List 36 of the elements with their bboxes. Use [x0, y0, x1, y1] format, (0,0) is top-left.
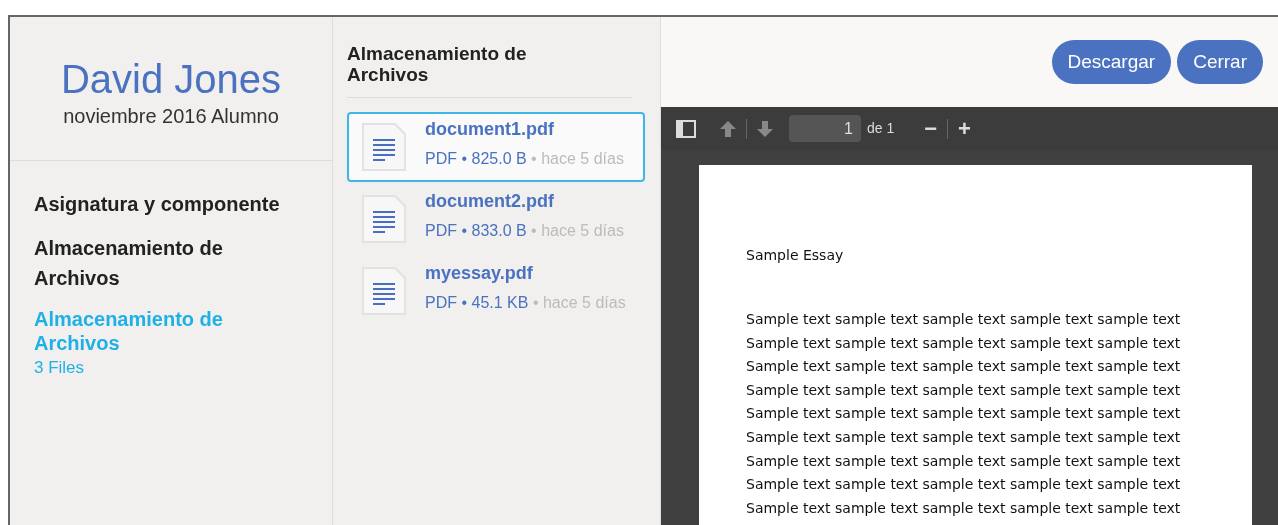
document-title: Sample Essay [746, 246, 845, 265]
page-total: de 1 [867, 119, 895, 138]
user-subtitle: noviembre 2016 Alumno [63, 104, 279, 129]
file-name: document2.pdf [425, 189, 555, 213]
sidebar-item[interactable]: Almacenamiento de Archivos [34, 233, 294, 293]
document-text-line: Sample text sample text sample text sample text sample text [746, 333, 1182, 353]
sidebar-item[interactable]: Asignatura y componente [34, 189, 294, 219]
page-number-field[interactable]: 1 [789, 115, 861, 142]
file-meta: PDF • 825.0 B [425, 149, 527, 167]
panel-title: Almacenamiento de Archivos [347, 43, 632, 98]
document-text-line: Sample text sample text sample text sample text sample text [746, 380, 1182, 400]
zoom-out-button[interactable]: − [924, 117, 938, 140]
document-text-line: Sample text sample text sample text sample text sample text [746, 427, 1182, 447]
file-meta: PDF • 45.1 KB [425, 293, 529, 311]
document-icon [361, 122, 407, 172]
sidebar-toggle-icon[interactable] [676, 119, 696, 138]
document-text-line: Sample text sample text sample text sample text sample text [746, 451, 1182, 471]
document-text-line: Sample text sample text sample text sample text sample text [746, 404, 1182, 424]
document-text-line: Sample text sample text sample text sample text sample text [746, 357, 1182, 377]
action-button[interactable]: Cerrar [1177, 40, 1263, 84]
document-icon [361, 266, 407, 316]
file-item[interactable]: document1.pdf PDF • 825.0 B • hace 5 días [347, 112, 645, 182]
file-meta: PDF • 833.0 B [425, 221, 527, 239]
document-icon [361, 194, 407, 244]
document-text-line: Sample text sample text sample text sample text sample text [746, 310, 1182, 329]
user-name: David Jones [60, 57, 282, 101]
document-text-line: Sample text sample text sample text sample text sample text [746, 498, 1182, 518]
file-count: 3 Files [34, 357, 86, 379]
document-text-line: Sample text sample text sample text sample text sample text [746, 475, 1182, 495]
arrow-up-icon[interactable] [718, 118, 738, 139]
action-button[interactable]: Descargar [1051, 40, 1172, 84]
file-age: • hace 5 días [531, 149, 624, 167]
file-name: document1.pdf [425, 117, 555, 141]
zoom-in-button[interactable]: + [958, 117, 971, 140]
file-name: myessay.pdf [425, 261, 534, 285]
arrow-down-icon[interactable] [755, 118, 775, 139]
